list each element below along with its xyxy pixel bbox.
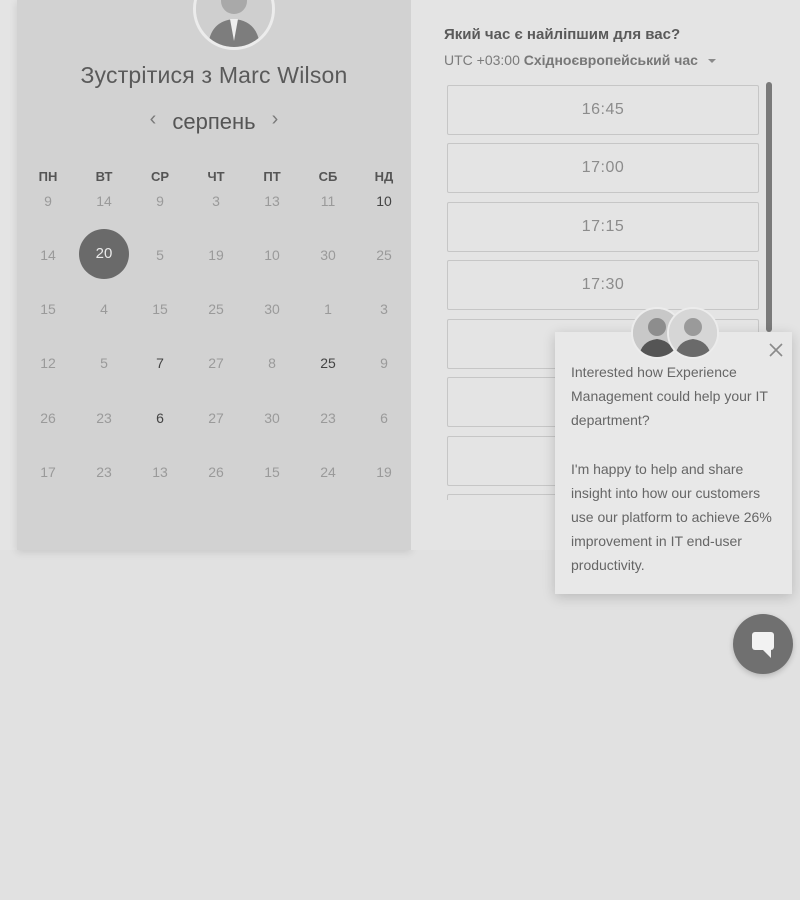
chevron-left-icon[interactable]: ‹	[143, 108, 163, 131]
calendar-day: 14	[40, 247, 56, 263]
calendar-day: 13	[264, 193, 280, 209]
weekday-fri: ПТ	[263, 169, 281, 184]
weekday-sun: НД	[374, 169, 394, 184]
caret-down-icon	[707, 59, 716, 64]
calendar-week: 15 4 15 25 30 1 3	[20, 299, 411, 319]
calendar-day: 3	[212, 193, 220, 209]
calendar-day: 13	[152, 464, 168, 480]
chat-message-line-2: I'm happy to help and share insight into…	[571, 460, 772, 574]
slot-list-scrollbar[interactable]	[766, 82, 772, 332]
timezone-offset: UTC +03:00	[444, 52, 520, 68]
calendar-day: 30	[320, 247, 336, 263]
calendar-day: 15	[264, 464, 280, 480]
chat-message-line-1: Interested how Experience Management cou…	[571, 364, 768, 429]
chat-agents	[631, 307, 719, 359]
time-slot-button[interactable]: 17:00	[447, 143, 759, 193]
host-name: Marc Wilson	[218, 62, 348, 88]
close-icon[interactable]	[766, 340, 786, 360]
calendar-day: 6	[380, 410, 388, 426]
weekday-tue: ВТ	[95, 169, 113, 184]
calendar-day: 8	[268, 355, 276, 371]
calendar-day: 10	[264, 247, 280, 263]
chat-bubble-icon[interactable]	[733, 614, 793, 674]
calendar-day-available[interactable]: 6	[132, 408, 188, 428]
host-avatar	[193, 0, 275, 50]
chat-message: Interested how Experience Management cou…	[571, 360, 781, 602]
calendar-day: 19	[376, 464, 392, 480]
chat-popup: Interested how Experience Management cou…	[555, 332, 792, 594]
calendar-day: 23	[320, 410, 336, 426]
month-navigation: ‹ серпень ›	[17, 108, 411, 138]
calendar-day-available[interactable]: 7	[132, 353, 188, 373]
calendar-week: 14 20 5 19 10 30 25	[20, 229, 411, 279]
calendar-day: 9	[44, 193, 52, 209]
calendar-day: 26	[40, 410, 56, 426]
calendar-day: 4	[100, 301, 108, 317]
calendar-day: 12	[40, 355, 56, 371]
meeting-title-prefix: Зустрітися з	[80, 62, 213, 88]
calendar-day: 30	[264, 301, 280, 317]
calendar-day: 9	[156, 193, 164, 209]
calendar-day: 5	[100, 355, 108, 371]
time-question: Який час є найліпшим для вас?	[444, 26, 681, 43]
calendar-day: 9	[380, 355, 388, 371]
calendar-day: 3	[380, 301, 388, 317]
weekday-wed: СР	[150, 169, 170, 184]
calendar-day: 24	[320, 464, 336, 480]
calendar-week: 12 5 7 27 8 25 9	[20, 353, 411, 373]
timezone-selector[interactable]: UTC +03:00 Східноєвропейський час	[444, 52, 716, 68]
time-slot-button[interactable]: 17:15	[447, 202, 759, 252]
calendar-day: 19	[208, 247, 224, 263]
calendar-day-selected[interactable]: 20	[79, 229, 129, 279]
calendar-card: Зустрітися з Marc Wilson ‹ серпень › ПН …	[17, 0, 411, 550]
weekday-mon: ПН	[38, 169, 58, 184]
weekday-header: ПН ВТ СР ЧТ ПТ СБ НД	[20, 169, 411, 189]
calendar-day: 17	[40, 464, 56, 480]
calendar-day: 25	[376, 247, 392, 263]
calendar-week: 9 14 9 3 13 11 10	[20, 191, 411, 211]
calendar-day-available[interactable]: 10	[356, 191, 412, 211]
calendar-day: 1	[324, 301, 332, 317]
calendar-day: 11	[320, 193, 336, 209]
time-slot-button[interactable]: 16:45	[447, 85, 759, 135]
month-label: серпень	[172, 109, 256, 134]
weekday-thu: ЧТ	[207, 169, 225, 184]
calendar-day: 15	[152, 301, 168, 317]
time-slot-button[interactable]: 17:30	[447, 260, 759, 310]
calendar-day: 26	[208, 464, 224, 480]
calendar-day: 27	[208, 355, 224, 371]
calendar-day: 15	[40, 301, 56, 317]
chevron-right-icon[interactable]: ›	[265, 108, 285, 131]
calendar-day: 27	[208, 410, 224, 426]
calendar-day: 14	[96, 193, 112, 209]
calendar-day: 30	[264, 410, 280, 426]
calendar-week: 17 23 13 26 15 24 19	[20, 462, 411, 482]
calendar-day: 5	[156, 247, 164, 263]
timezone-name: Східноєвропейський час	[523, 52, 698, 68]
calendar-day-available[interactable]: 25	[300, 353, 356, 373]
calendar-week: 26 23 6 27 30 23 6	[20, 408, 411, 428]
calendar-day: 23	[96, 410, 112, 426]
calendar-day: 23	[96, 464, 112, 480]
agent-avatar	[667, 307, 719, 359]
weekday-sat: СБ	[318, 169, 338, 184]
calendar-day: 25	[208, 301, 224, 317]
meeting-title: Зустрітися з Marc Wilson	[17, 62, 411, 89]
